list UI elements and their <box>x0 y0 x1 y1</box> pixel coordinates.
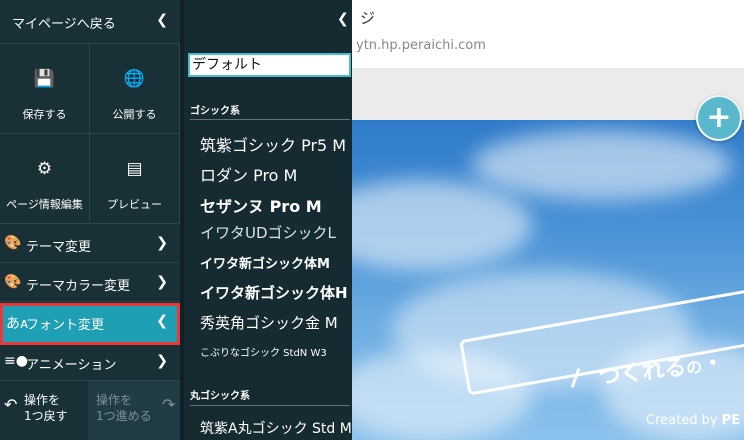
category-gothic: ゴシック系 <box>190 106 240 117</box>
chevron-right-icon: ❯ <box>156 274 168 290</box>
redo-icon: ↷ <box>162 395 176 414</box>
preview-icon: ▤ <box>126 159 143 179</box>
undo-redo-bar: ↶ 操作を 1つ戻す 操作を 1つ進める ↷ <box>0 381 180 440</box>
font-option[interactable]: セザンヌ Pro M <box>200 193 322 217</box>
back-to-mypage-button[interactable]: マイページへ戻る ❮ <box>0 0 180 44</box>
sidebar-item-label: テーマ変更 <box>26 240 92 255</box>
page-title: ジ <box>360 9 376 27</box>
font-icon: あᴀ <box>6 316 29 332</box>
font-panel: ❮ デフォルト ゴシック系 筑紫ゴシック Pr5 M ロダン Pro M セザン… <box>180 0 352 440</box>
sidebar-item-font[interactable]: あᴀ フォント変更 ❮ <box>0 303 180 345</box>
page-preview: ジ ytn.hp.peraichi.com つくれるの・ Created by … <box>352 0 744 440</box>
sidebar-item-label: テーマカラー変更 <box>26 279 131 294</box>
header-band <box>352 68 744 120</box>
undo-button[interactable]: ↶ 操作を 1つ戻す <box>0 381 88 440</box>
editor-sidebar: マイページへ戻る ❮ 💾 保存する 🌐 公開する ⚙ ページ情報編集 ▤ プレビ… <box>0 0 180 440</box>
banner-text-tail: ・ <box>700 350 726 378</box>
created-by-brand: PE <box>721 413 741 428</box>
font-option[interactable]: イワタ新ゴシック体M <box>200 253 330 272</box>
selected-font-field[interactable]: デフォルト <box>188 53 351 77</box>
category-divider <box>190 405 350 406</box>
created-by-text: Created by PE <box>646 413 740 428</box>
gear-icon: ⚙ <box>36 159 53 179</box>
publish-button[interactable]: 🌐 公開する <box>90 44 180 134</box>
publish-label: 公開する <box>112 108 157 121</box>
sidebar-item-theme-color[interactable]: 🎨 テーマカラー変更 ❯ <box>0 264 180 302</box>
add-section-button[interactable]: + <box>696 95 742 141</box>
font-option[interactable]: 筑紫ゴシック Pr5 M <box>200 132 346 156</box>
panel-divider <box>180 0 184 440</box>
chevron-left-icon: ❮ <box>156 313 168 329</box>
save-label: 保存する <box>22 108 67 121</box>
sidebar-item-label: フォント変更 <box>26 318 105 333</box>
preview-button[interactable]: ▤ プレビュー <box>90 134 180 224</box>
preview-label: プレビュー <box>107 198 162 211</box>
animation-icon: ≡● <box>4 353 28 369</box>
category-divider <box>190 119 350 120</box>
undo-icon: ↶ <box>4 395 18 414</box>
created-by-label: Created by <box>646 413 718 428</box>
redo-button[interactable]: 操作を 1つ進める ↷ <box>88 381 180 440</box>
page-info-edit-button[interactable]: ⚙ ページ情報編集 <box>0 134 90 224</box>
font-option[interactable]: イワタUDゴシックL <box>200 222 336 243</box>
font-option[interactable]: ロダン Pro M <box>200 162 297 186</box>
save-button[interactable]: 💾 保存する <box>0 44 90 134</box>
collapse-panel-icon[interactable]: ❮ <box>337 11 349 27</box>
sidebar-item-label: アニメーション <box>26 358 117 373</box>
save-icon: 💾 <box>33 69 56 89</box>
font-option[interactable]: こぶりなゴシック StdN W3 <box>200 344 327 359</box>
font-option[interactable]: イワタ新ゴシック体H <box>200 282 348 303</box>
palette-icon: 🎨 <box>4 274 22 290</box>
font-option[interactable]: 筑紫A丸ゴシック Std M <box>200 418 352 438</box>
page-info-edit-label: ページ情報編集 <box>6 198 83 211</box>
sidebar-item-theme[interactable]: 🎨 テーマ変更 ❯ <box>0 225 180 263</box>
font-option[interactable]: 秀英角ゴシック金 M <box>200 312 338 333</box>
category-rounded-gothic: 丸ゴシック系 <box>190 391 250 402</box>
redo-label: 操作を 1つ進める <box>96 393 152 423</box>
back-to-mypage-label: マイページへ戻る <box>12 17 116 32</box>
chevron-right-icon: ❯ <box>156 235 168 251</box>
hero-image <box>352 120 744 440</box>
chevron-left-icon: ❮ <box>156 12 168 28</box>
sidebar-item-animation[interactable]: ≡● アニメーション ❯ <box>0 343 180 381</box>
editor-screen: ジ ytn.hp.peraichi.com つくれるの・ Created by … <box>0 0 744 440</box>
undo-label: 操作を 1つ戻す <box>24 393 68 423</box>
chevron-right-icon: ❯ <box>156 353 168 369</box>
palette-icon: 🎨 <box>4 235 22 251</box>
page-url[interactable]: ytn.hp.peraichi.com <box>356 38 486 53</box>
globe-icon: 🌐 <box>123 69 146 89</box>
